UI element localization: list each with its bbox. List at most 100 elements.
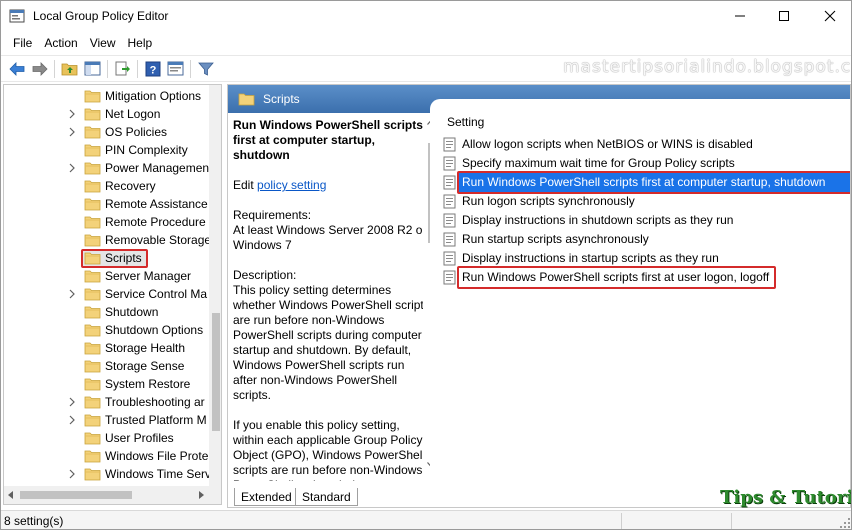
tree-item[interactable]: System Restore	[4, 375, 209, 393]
chevron-right-icon[interactable]	[66, 414, 78, 426]
chevron-right-icon[interactable]	[66, 396, 78, 408]
tree-item[interactable]: Scripts	[4, 249, 209, 268]
policy-description: Run Windows PowerShell scripts first at …	[233, 118, 431, 481]
tree-item[interactable]: Service Control Ma	[4, 285, 209, 303]
tree-item[interactable]: Windows Time Serv	[4, 465, 209, 483]
policy-setting-icon	[443, 232, 456, 247]
tree-item-label: User Profiles	[105, 431, 174, 445]
menu-file[interactable]: File	[7, 36, 38, 50]
show-hide-tree-button[interactable]	[81, 58, 104, 80]
tree-item[interactable]: OS Policies	[4, 123, 209, 141]
tree-item[interactable]: PIN Complexity	[4, 141, 209, 159]
tree-item-label: System Restore	[105, 377, 191, 391]
tree-item[interactable]: User Profiles	[4, 429, 209, 447]
tree-item[interactable]: Storage Sense	[4, 357, 209, 375]
minimize-button[interactable]	[717, 1, 763, 31]
tree-item-label: Scripts	[105, 251, 142, 265]
chevron-right-icon[interactable]	[66, 468, 78, 480]
tree-item[interactable]: Shutdown	[4, 303, 209, 321]
chevron-right-icon[interactable]	[66, 162, 78, 174]
tab-standard[interactable]: Standard	[295, 488, 358, 506]
setting-row[interactable]: Run startup scripts asynchronously	[443, 230, 850, 249]
folder-icon	[84, 126, 101, 139]
console-tree[interactable]: Mitigation Options Net Logon OS Policies PI…	[3, 84, 222, 505]
setting-label: Run startup scripts asynchronously	[462, 232, 649, 246]
tree-item-label: Storage Sense	[105, 359, 185, 373]
tree-item[interactable]: Storage Health	[4, 339, 209, 357]
folder-icon	[238, 93, 255, 106]
up-one-level-button[interactable]	[58, 58, 81, 80]
tree-item-label: Storage Health	[105, 341, 186, 355]
policy-setting-icon	[443, 156, 456, 171]
tree-item[interactable]: Net Logon	[4, 105, 209, 123]
tree-horizontal-scrollbar[interactable]	[4, 486, 221, 504]
brand-logo-text: Tips & Tutorial	[720, 487, 852, 508]
tree-scroll-thumb[interactable]	[212, 313, 220, 431]
description-label: Description:	[233, 268, 297, 282]
export-list-button[interactable]	[111, 58, 134, 80]
tree-item[interactable]: Removable Storage	[4, 231, 209, 249]
tree-item[interactable]: Troubleshooting ar	[4, 393, 209, 411]
tree-item[interactable]: Remote Procedure	[4, 213, 209, 231]
setting-row[interactable]: Display instructions in shutdown scripts…	[443, 211, 850, 230]
details-pane: Scripts Run Windows PowerShell scripts f…	[227, 84, 851, 508]
tree-item-label: Windows File Prote	[105, 449, 209, 463]
tab-extended[interactable]: Extended	[234, 488, 299, 506]
tree-item[interactable]: Shutdown Options	[4, 321, 209, 339]
requirements-block: Requirements: At least Windows Server 20…	[233, 208, 431, 253]
requirements-text: At least Windows Server 2008 R2 or Windo…	[233, 223, 427, 252]
close-button[interactable]	[807, 1, 851, 31]
folder-icon	[84, 288, 101, 301]
policy-setting-link[interactable]: policy setting	[257, 178, 326, 192]
extended-description-pane: Run Windows PowerShell scripts first at …	[228, 113, 440, 481]
annotation-highlight-box	[457, 171, 850, 194]
tree-item[interactable]: Power Managemen	[4, 159, 209, 177]
toolbar-separator	[137, 59, 138, 78]
menu-view[interactable]: View	[84, 36, 122, 50]
tree-item[interactable]: Server Manager	[4, 267, 209, 285]
menu-help[interactable]: Help	[122, 36, 159, 50]
scroll-left-icon[interactable]	[7, 491, 15, 499]
setting-row[interactable]: Allow logon scripts when NetBIOS or WINS…	[443, 135, 850, 154]
tree-item[interactable]: Windows File Prote	[4, 447, 209, 465]
description-block: Description: This policy setting determi…	[233, 268, 431, 403]
menu-action[interactable]: Action	[38, 36, 83, 50]
filter-icon	[197, 62, 214, 76]
setting-row[interactable]: Run logon scripts synchronously	[443, 192, 850, 211]
tree-item[interactable]: Trusted Platform M	[4, 411, 209, 429]
policy-setting-icon	[443, 213, 456, 228]
chevron-right-icon[interactable]	[66, 288, 78, 300]
folder-icon	[84, 378, 101, 391]
back-button[interactable]	[5, 58, 28, 80]
tree-item-label: Troubleshooting ar	[105, 395, 205, 409]
folder-icon	[84, 180, 101, 193]
folder-icon	[84, 90, 101, 103]
folder-icon	[84, 360, 101, 373]
chevron-right-icon[interactable]	[66, 126, 78, 138]
forward-arrow-icon	[32, 61, 48, 76]
policy-setting-icon	[443, 194, 456, 209]
setting-column-header[interactable]: Setting	[447, 115, 484, 129]
status-separator	[731, 513, 732, 529]
folder-icon	[84, 252, 101, 265]
forward-button[interactable]	[28, 58, 51, 80]
tree-item-label: Recovery	[105, 179, 156, 193]
scroll-right-icon[interactable]	[197, 491, 205, 499]
tree-item[interactable]: Remote Assistance	[4, 195, 209, 213]
up-folder-icon	[61, 63, 78, 76]
resize-grip-icon[interactable]	[839, 517, 851, 529]
help-button[interactable]: ?	[141, 58, 164, 80]
chevron-right-icon[interactable]	[66, 108, 78, 120]
tree-item[interactable]: Mitigation Options	[4, 87, 209, 105]
folder-icon	[84, 396, 101, 409]
maximize-button[interactable]	[761, 1, 807, 31]
tree-hscroll-thumb[interactable]	[20, 491, 132, 499]
tree-vertical-scrollbar[interactable]	[209, 85, 221, 486]
tree-item-label: Trusted Platform M	[105, 413, 207, 427]
filter-button[interactable]	[194, 58, 217, 80]
group-policy-app-icon	[9, 9, 25, 23]
requirements-label: Requirements:	[233, 208, 312, 222]
tree-item[interactable]: Recovery	[4, 177, 209, 195]
properties-button[interactable]	[164, 58, 187, 80]
folder-icon	[84, 432, 101, 445]
